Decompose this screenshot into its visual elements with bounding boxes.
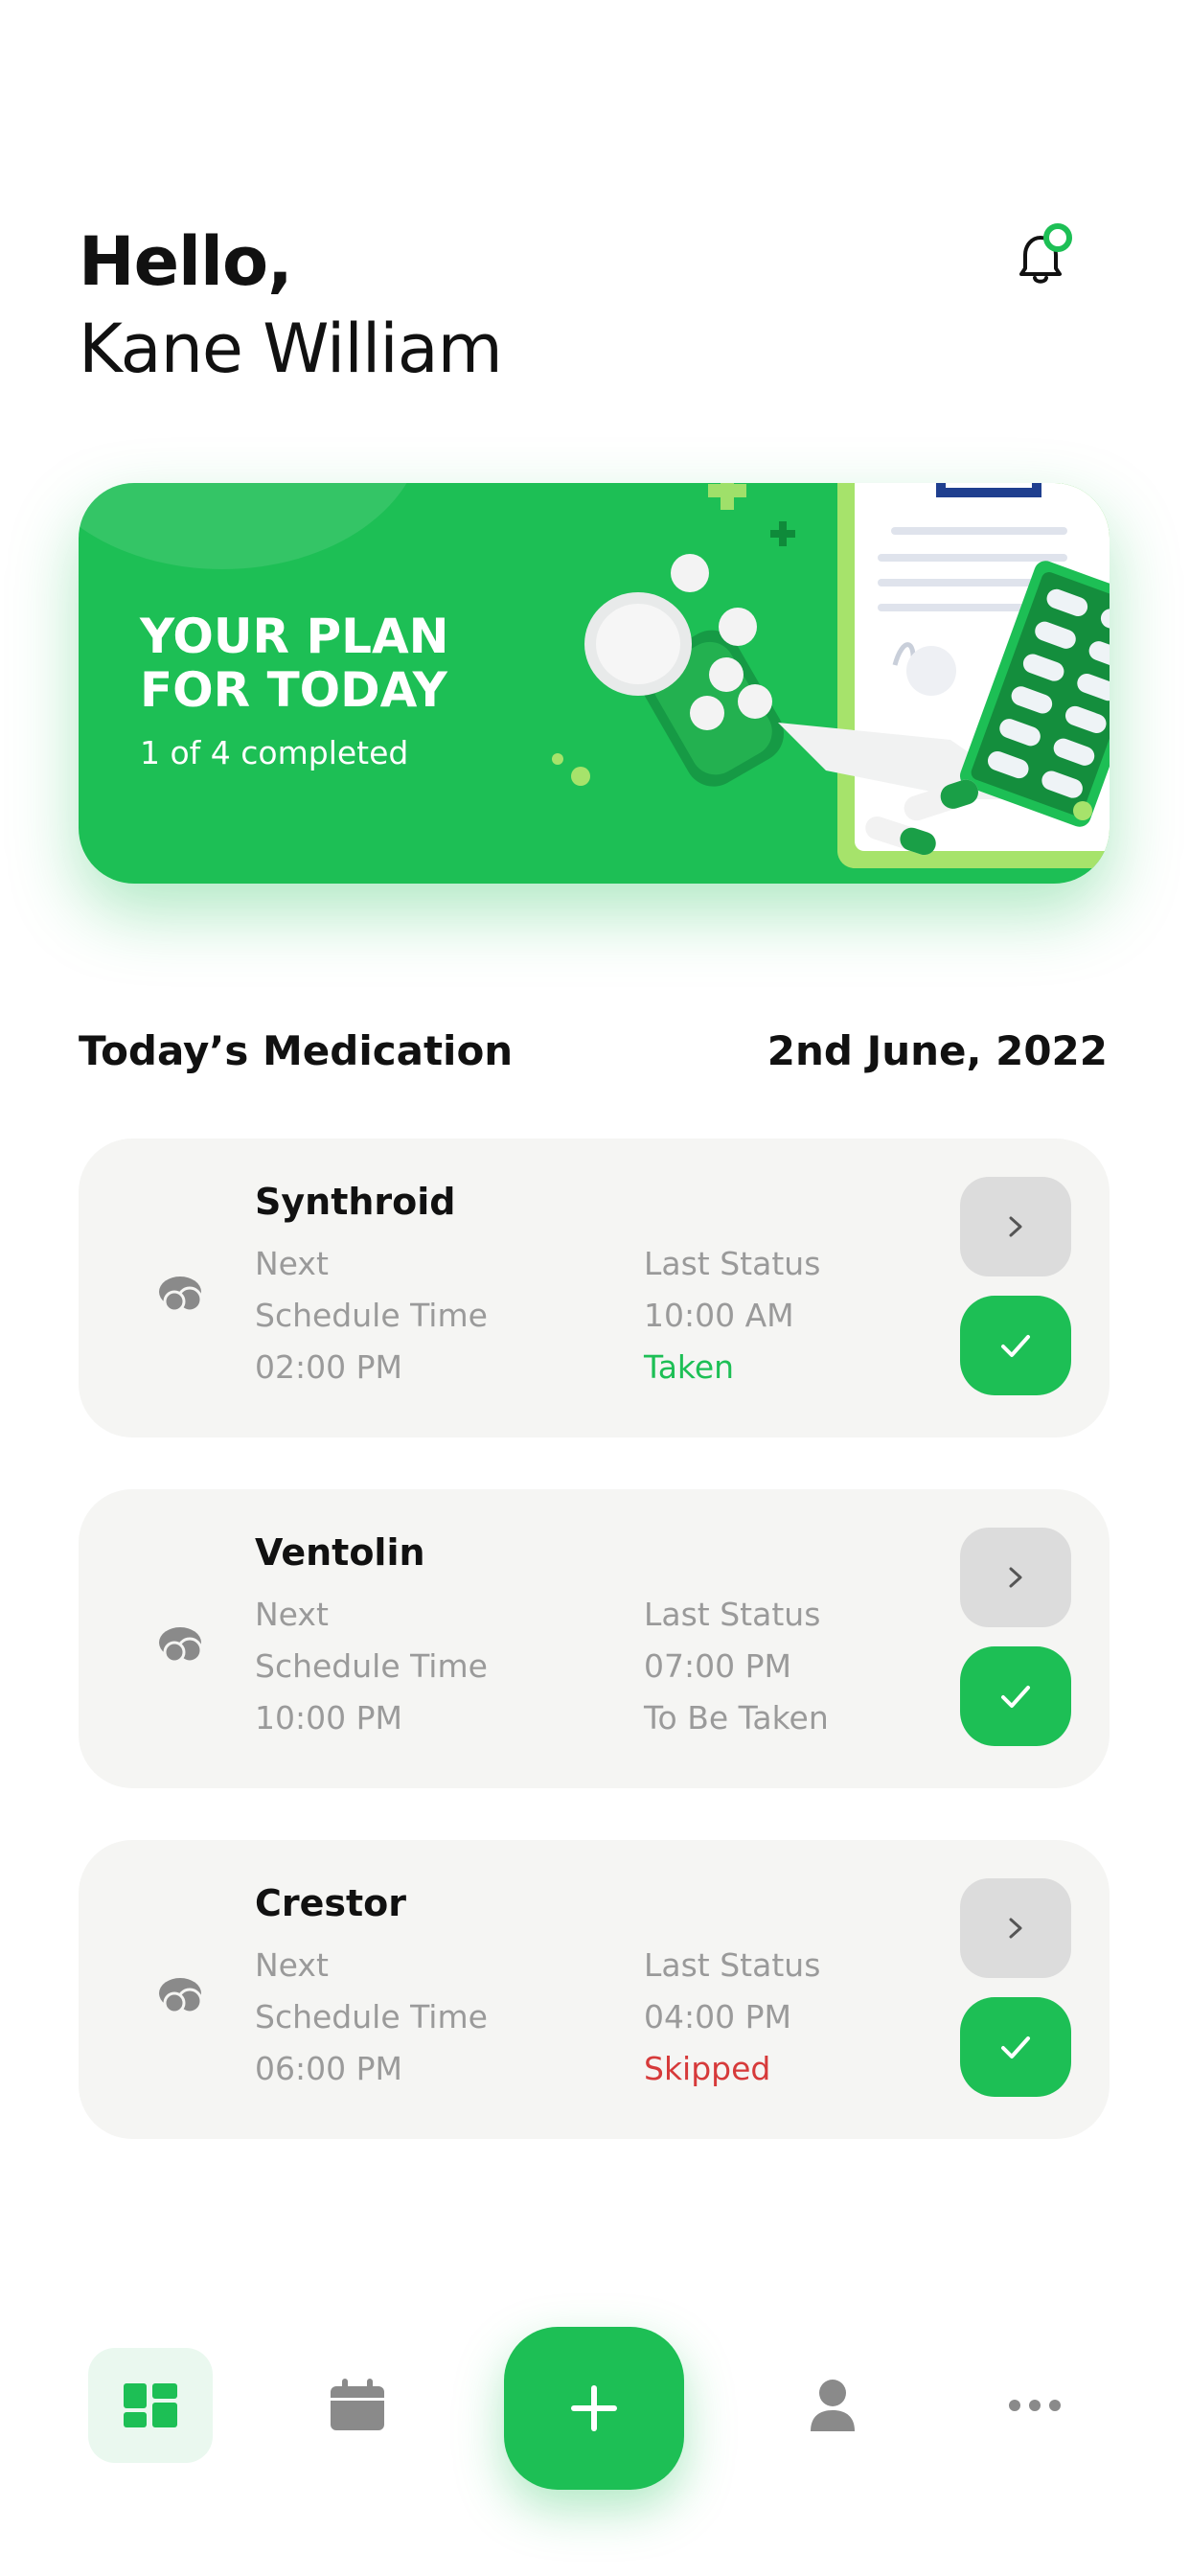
last-time: 04:00 PM xyxy=(644,1998,791,2036)
user-icon xyxy=(811,2380,855,2431)
nav-dashboard[interactable] xyxy=(88,2348,213,2463)
status-taken: Taken xyxy=(644,1348,735,1386)
banner-title-line1: YOUR PLAN xyxy=(140,609,449,664)
section-title: Today’s Medication xyxy=(79,1027,514,1074)
schedule-label: Schedule Time xyxy=(255,1647,488,1685)
medication-name: Ventolin xyxy=(255,1531,425,1574)
chevron-right-icon xyxy=(1009,1567,1022,1588)
details-button[interactable] xyxy=(960,1177,1071,1276)
medication-illustration xyxy=(552,483,1110,868)
banner-title-line2: FOR TODAY xyxy=(140,662,447,718)
add-medication-button[interactable] xyxy=(504,2327,684,2490)
mark-taken-button[interactable] xyxy=(960,1997,1071,2097)
nav-profile[interactable] xyxy=(770,2348,895,2463)
medication-card[interactable]: Crestor Next Schedule Time 06:00 PM Last… xyxy=(79,1840,1110,2139)
last-status-label: Last Status xyxy=(644,1245,821,1282)
dashboard-icon xyxy=(124,2383,177,2427)
next-label: Next xyxy=(255,1245,329,1282)
pill-icon xyxy=(159,1978,203,2014)
chevron-right-icon xyxy=(1009,1918,1022,1939)
greeting-hello: Hello, xyxy=(79,222,293,301)
schedule-time: 02:00 PM xyxy=(255,1348,402,1386)
status-to-be-taken: To Be Taken xyxy=(644,1699,829,1736)
medication-name: Crestor xyxy=(255,1882,407,1924)
chevron-right-icon xyxy=(1009,1216,1022,1237)
check-icon xyxy=(1001,1335,1030,1357)
status-skipped: Skipped xyxy=(644,2050,771,2087)
details-button[interactable] xyxy=(960,1528,1071,1627)
medication-name: Synthroid xyxy=(255,1181,456,1223)
user-name: Kane William xyxy=(79,310,503,388)
last-time: 07:00 PM xyxy=(644,1647,791,1685)
mark-taken-button[interactable] xyxy=(960,1646,1071,1746)
banner-progress: 1 of 4 completed xyxy=(140,734,409,771)
nav-more[interactable] xyxy=(973,2348,1097,2463)
medication-card[interactable]: Synthroid Next Schedule Time 02:00 PM La… xyxy=(79,1138,1110,1438)
last-time: 10:00 AM xyxy=(644,1297,794,1334)
check-icon xyxy=(1001,1686,1030,1708)
details-button[interactable] xyxy=(960,1878,1071,1978)
daily-plan-banner[interactable]: YOUR PLAN FOR TODAY 1 of 4 completed xyxy=(79,483,1110,884)
schedule-label: Schedule Time xyxy=(255,1297,488,1334)
section-date: 2nd June, 2022 xyxy=(767,1027,1108,1074)
check-icon xyxy=(1001,2036,1030,2058)
nav-calendar[interactable] xyxy=(295,2348,420,2463)
last-status-label: Last Status xyxy=(644,1946,821,1984)
schedule-time: 10:00 PM xyxy=(255,1699,402,1736)
schedule-time: 06:00 PM xyxy=(255,2050,402,2087)
plus-icon xyxy=(571,2385,617,2431)
mark-taken-button[interactable] xyxy=(960,1296,1071,1395)
next-label: Next xyxy=(255,1596,329,1633)
calendar-icon xyxy=(331,2379,384,2430)
medication-card[interactable]: Ventolin Next Schedule Time 10:00 PM Las… xyxy=(79,1489,1110,1788)
more-icon xyxy=(1009,2400,1061,2411)
last-status-label: Last Status xyxy=(644,1596,821,1633)
pill-icon xyxy=(159,1276,203,1313)
pill-icon xyxy=(159,1627,203,1664)
next-label: Next xyxy=(255,1946,329,1984)
bell-icon[interactable] xyxy=(1004,218,1081,295)
schedule-label: Schedule Time xyxy=(255,1998,488,2036)
greeting: Hello, Kane William xyxy=(79,220,503,395)
